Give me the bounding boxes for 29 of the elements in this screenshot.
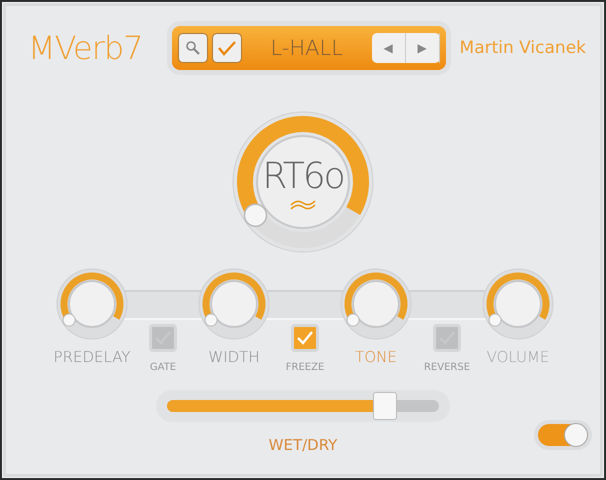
next-preset-button[interactable]: ▶	[406, 33, 440, 63]
search-button[interactable]	[178, 33, 208, 63]
search-icon	[184, 40, 201, 56]
knob[interactable]	[198, 268, 270, 340]
knob-label: RT6o	[261, 156, 345, 197]
previous-preset-button[interactable]: ◀	[372, 33, 406, 63]
power-toggle[interactable]	[538, 424, 588, 446]
knob[interactable]	[482, 268, 554, 340]
author-name: Martin Vicanek	[460, 38, 586, 58]
checkbox-label: GATE	[150, 362, 176, 373]
knob-label: VOLUME	[486, 348, 550, 366]
knob-label: WIDTH	[208, 348, 260, 366]
checkbox[interactable]	[291, 324, 319, 352]
slider-label: WET/DRY	[268, 436, 338, 454]
checkbox[interactable]	[149, 324, 177, 352]
reverb-time-knob[interactable]	[231, 110, 375, 254]
knob-label: PREDELAY	[54, 348, 130, 366]
save-button[interactable]	[212, 33, 242, 63]
preset-name: L-HALL	[269, 36, 344, 60]
plugin-title: MVerb7	[28, 29, 144, 67]
knob[interactable]	[340, 268, 412, 340]
wet-dry-slider[interactable]	[156, 390, 450, 422]
knob[interactable]	[56, 268, 128, 340]
checkbox[interactable]	[433, 324, 461, 352]
checkmark-icon	[216, 39, 237, 57]
checkbox-label: FREEZE	[286, 362, 324, 373]
checkbox-label: REVERSE	[424, 362, 470, 373]
checkmark-icon	[296, 330, 314, 346]
knob-label: TONE	[355, 348, 397, 366]
